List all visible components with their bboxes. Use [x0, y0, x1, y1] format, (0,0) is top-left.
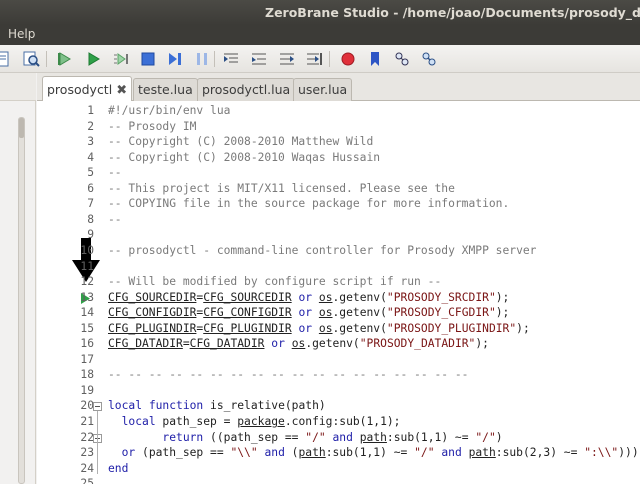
code-line[interactable]: -- COPYING file in the source package fo…	[108, 197, 509, 210]
line-number[interactable]: 20	[56, 399, 94, 412]
code-line[interactable]: -- -- -- -- -- -- -- -- -- -- -- -- -- -…	[108, 368, 468, 381]
close-icon[interactable]: ✖	[116, 83, 127, 98]
code-line[interactable]: -- Copyright (C) 2008-2010 Waqas Hussain	[108, 151, 380, 164]
project-panel-header	[0, 73, 36, 101]
step-into-icon[interactable]	[222, 50, 240, 68]
project-scrollbar-thumb[interactable]	[19, 118, 24, 138]
line-number[interactable]: 10	[56, 244, 94, 257]
line-number[interactable]: 23	[56, 446, 94, 459]
code-editor[interactable]: 1 #!/usr/bin/env lua 2 -- Prosody IM 3 -- Cop…	[37, 101, 640, 484]
code-line[interactable]: --	[108, 213, 122, 226]
line-number[interactable]: 14	[56, 306, 94, 319]
tab-bar: prosodyctl ✖ teste.lua prosodyctl.lua use…	[37, 73, 640, 102]
code-line[interactable]: #!/usr/bin/env lua	[108, 104, 230, 117]
line-number[interactable]: 15	[56, 322, 94, 335]
tab-prosodyctl-lua[interactable]: prosodyctl.lua	[197, 78, 296, 101]
step-over-icon[interactable]	[250, 50, 268, 68]
line-number[interactable]: 7	[56, 197, 94, 210]
project-panel	[0, 73, 36, 484]
line-number[interactable]: 1	[56, 104, 94, 117]
code-line[interactable]: -- This project is MIT/X11 licensed. Ple…	[108, 182, 455, 195]
line-number[interactable]: 21	[56, 415, 94, 428]
menu-bar: Help	[0, 25, 640, 45]
line-number[interactable]: 3	[56, 135, 94, 148]
run-project-icon[interactable]	[56, 50, 74, 68]
line-number[interactable]: 4	[56, 151, 94, 164]
tab-user-lua[interactable]: user.lua	[293, 78, 353, 101]
project-scrollbar[interactable]	[18, 117, 25, 484]
line-number[interactable]: 22	[56, 431, 94, 444]
line-number[interactable]: 6	[56, 182, 94, 195]
tab-label: prosodyctl.lua	[202, 82, 291, 97]
fold-toggle-icon[interactable]	[93, 402, 102, 412]
find-icon[interactable]	[22, 50, 40, 68]
line-number[interactable]: 8	[56, 213, 94, 226]
code-line[interactable]: -- Will be modified by configure script …	[108, 275, 441, 288]
find-in-files-icon[interactable]	[420, 50, 438, 68]
menu-help[interactable]: Help	[8, 27, 35, 41]
pause-icon[interactable]	[193, 50, 211, 68]
line-number[interactable]: 16	[56, 337, 94, 350]
step-out-icon[interactable]	[278, 50, 296, 68]
tab-teste-lua[interactable]: teste.lua	[133, 78, 198, 101]
toggle-breakpoint-icon[interactable]	[339, 50, 357, 68]
code-line[interactable]: local path_sep = package.config:sub(1,1)…	[108, 415, 401, 428]
line-number[interactable]: 12	[56, 275, 94, 288]
run-to-cursor-icon[interactable]	[112, 50, 130, 68]
tab-label: prosodyctl	[47, 82, 113, 97]
step-last-icon[interactable]	[305, 50, 323, 68]
line-number[interactable]: 19	[56, 384, 94, 397]
code-line[interactable]: or (path_sep == "\\" and (path:sub(1,1) …	[108, 446, 639, 459]
tab-label: teste.lua	[138, 82, 193, 97]
stop-icon[interactable]	[139, 50, 157, 68]
line-number[interactable]: 9	[56, 228, 94, 241]
title-bar: ZeroBrane Studio - /home/joao/Documents/…	[0, 0, 640, 25]
step-icon[interactable]	[166, 50, 184, 68]
line-number[interactable]: 11	[56, 260, 94, 273]
tab-label: user.lua	[298, 82, 348, 97]
watch-icon[interactable]	[393, 50, 411, 68]
code-line[interactable]: CFG_PLUGINDIR=CFG_PLUGINDIR or os.getenv…	[108, 322, 530, 335]
line-number[interactable]: 25	[56, 477, 94, 484]
run-icon[interactable]	[84, 50, 102, 68]
code-line[interactable]: CFG_SOURCEDIR=CFG_SOURCEDIR or os.getenv…	[108, 291, 509, 304]
code-line[interactable]: local function is_relative(path)	[108, 399, 326, 412]
toolbar	[0, 45, 640, 73]
code-line[interactable]: CFG_CONFIGDIR=CFG_CONFIGDIR or os.getenv…	[108, 306, 509, 319]
code-line[interactable]: --	[108, 166, 122, 179]
line-number[interactable]: 17	[56, 353, 94, 366]
fold-guide	[97, 411, 98, 474]
line-number[interactable]: 18	[56, 368, 94, 381]
tab-prosodyctl[interactable]: prosodyctl ✖	[42, 76, 133, 102]
code-line[interactable]: -- Prosody IM	[108, 120, 196, 133]
line-number[interactable]: 2	[56, 120, 94, 133]
code-line[interactable]: CFG_DATADIR=CFG_DATADIR or os.getenv("PR…	[108, 337, 489, 350]
new-file-icon[interactable]	[0, 50, 12, 68]
code-line[interactable]: end	[108, 462, 128, 475]
bookmark-icon[interactable]	[366, 50, 384, 68]
code-line[interactable]: -- prosodyctl - command-line controller …	[108, 244, 536, 257]
line-number[interactable]: 5	[56, 166, 94, 179]
window-title: ZeroBrane Studio - /home/joao/Documents/…	[265, 5, 640, 20]
code-line[interactable]: -- Copyright (C) 2008-2010 Matthew Wild	[108, 135, 373, 148]
line-number[interactable]: 24	[56, 462, 94, 475]
code-line[interactable]: return ((path_sep == "/" and path:sub(1,…	[108, 431, 502, 444]
line-number[interactable]: 13	[56, 291, 94, 304]
